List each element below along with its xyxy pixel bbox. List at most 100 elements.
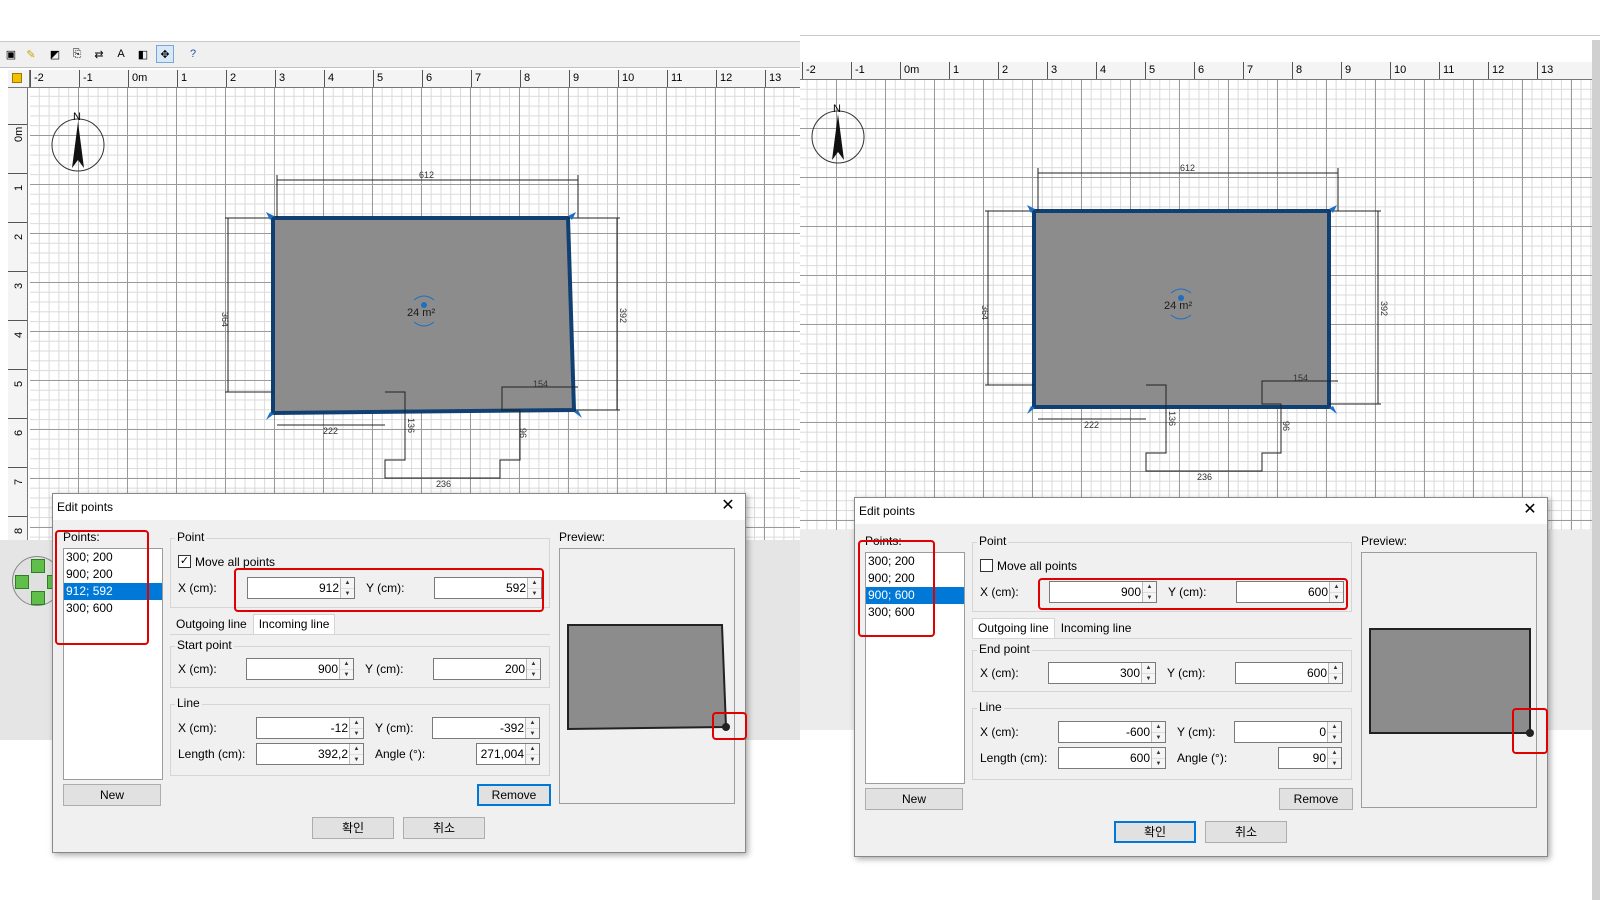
line-group-label: Line xyxy=(175,696,202,710)
x-spinner[interactable]: 912 ▲ ▼ xyxy=(247,577,355,599)
tab-outgoing-line[interactable]: Outgoing line xyxy=(972,618,1055,638)
compass-tool-icon[interactable]: ◧ xyxy=(134,45,152,63)
point-list-item[interactable]: 900; 200 xyxy=(64,566,162,583)
x-spinner[interactable]: 900 ▲ ▼ xyxy=(1049,581,1157,603)
spin-down-icon[interactable]: ▼ xyxy=(350,728,363,738)
end-x-value: 300 xyxy=(1119,666,1140,680)
plan-grid[interactable] xyxy=(30,88,800,540)
remove-button[interactable]: Remove xyxy=(477,784,551,806)
remove-button[interactable]: Remove xyxy=(1279,788,1353,810)
vertical-scrollbar[interactable] xyxy=(1592,40,1600,900)
spin-up-icon[interactable]: ▲ xyxy=(1330,582,1343,592)
room-tool-icon[interactable]: ◩ xyxy=(46,45,64,63)
spin-down-icon[interactable]: ▼ xyxy=(1152,758,1165,768)
cancel-button[interactable]: 취소 xyxy=(1205,821,1287,843)
spin-up-icon[interactable]: ▲ xyxy=(1152,722,1165,732)
nav-up-icon[interactable] xyxy=(31,559,45,573)
start-y-spinner[interactable]: 200 ▲ ▼ xyxy=(433,658,541,680)
dialog-title: Edit points xyxy=(855,498,1547,524)
wall-tool-icon[interactable]: ✎ xyxy=(22,45,40,63)
line-x-spinner[interactable]: -12 ▲ ▼ xyxy=(256,717,364,739)
point-list-item[interactable]: 300; 600 xyxy=(64,600,162,617)
spin-down-icon[interactable]: ▼ xyxy=(1142,673,1155,683)
spin-down-icon[interactable]: ▼ xyxy=(526,728,539,738)
spin-down-icon[interactable]: ▼ xyxy=(341,588,354,598)
spin-up-icon[interactable]: ▲ xyxy=(527,659,540,669)
y-spinner[interactable]: 600 ▲ ▼ xyxy=(1236,581,1344,603)
point-list-item[interactable]: 300; 200 xyxy=(64,549,162,566)
line-y-spinner[interactable]: -392 ▲ ▼ xyxy=(432,717,540,739)
point-list-item[interactable]: 900; 600 xyxy=(866,587,964,604)
end-x-spinner[interactable]: 300 ▲ ▼ xyxy=(1048,662,1156,684)
points-list[interactable]: 300; 200 900; 200 912; 592 300; 600 xyxy=(63,548,163,780)
spin-up-icon[interactable]: ▲ xyxy=(1329,663,1342,673)
point-list-item[interactable]: 300; 200 xyxy=(866,553,964,570)
spin-down-icon[interactable]: ▼ xyxy=(527,669,540,679)
y-spinner[interactable]: 592 ▲ ▼ xyxy=(434,577,542,599)
plan-grid[interactable] xyxy=(800,80,1600,530)
point-list-item[interactable]: 300; 600 xyxy=(866,604,964,621)
polyline-tool-icon[interactable]: ⎘ xyxy=(68,45,86,63)
help-icon[interactable]: ? xyxy=(184,45,202,63)
nav-down-icon[interactable] xyxy=(31,591,45,605)
close-icon[interactable]: ✕ xyxy=(719,497,737,515)
move-all-checkbox[interactable] xyxy=(980,559,993,572)
spin-up-icon[interactable]: ▲ xyxy=(340,659,353,669)
line-x-spinner[interactable]: -600 ▲ ▼ xyxy=(1058,721,1166,743)
edit-points-tool-icon[interactable]: ✥ xyxy=(156,45,174,63)
spin-down-icon[interactable]: ▼ xyxy=(1330,592,1343,602)
dimension-tool-icon[interactable]: ⇄ xyxy=(90,45,108,63)
ruler-tick-label: 6 xyxy=(422,70,432,87)
preview-pane xyxy=(1361,552,1537,808)
start-x-spinner[interactable]: 900 ▲ ▼ xyxy=(246,658,354,680)
ruler-corner xyxy=(8,70,30,88)
close-icon[interactable]: ✕ xyxy=(1521,501,1539,519)
tab-incoming-line[interactable]: Incoming line xyxy=(1055,618,1138,638)
angle-spinner[interactable]: 90 ▲ ▼ xyxy=(1278,747,1342,769)
move-all-checkbox[interactable]: ✓ xyxy=(178,555,191,568)
line-y-value: 0 xyxy=(1319,725,1326,739)
ruler-tick-label: 0m xyxy=(13,126,25,142)
spin-down-icon[interactable]: ▼ xyxy=(340,669,353,679)
angle-spinner[interactable]: 271,004 ▲ ▼ xyxy=(476,743,540,765)
cancel-button[interactable]: 취소 xyxy=(403,817,485,839)
spin-up-icon[interactable]: ▲ xyxy=(1142,663,1155,673)
spin-up-icon[interactable]: ▲ xyxy=(341,578,354,588)
points-list[interactable]: 300; 200 900; 200 900; 600 300; 600 xyxy=(865,552,965,784)
y-label: Y (cm): xyxy=(1168,585,1207,599)
tab-incoming-line[interactable]: Incoming line xyxy=(252,614,336,634)
spin-down-icon[interactable]: ▼ xyxy=(350,754,363,764)
line-y-spinner[interactable]: 0 ▲ ▼ xyxy=(1234,721,1342,743)
end-y-spinner[interactable]: 600 ▲ ▼ xyxy=(1235,662,1343,684)
spin-up-icon[interactable]: ▲ xyxy=(350,718,363,728)
spin-down-icon[interactable]: ▼ xyxy=(528,588,541,598)
spin-up-icon[interactable]: ▲ xyxy=(528,578,541,588)
point-list-item[interactable]: 912; 592 xyxy=(64,583,162,600)
tab-outgoing-line[interactable]: Outgoing line xyxy=(170,614,253,634)
spin-down-icon[interactable]: ▼ xyxy=(1328,732,1341,742)
ok-button[interactable]: 확인 xyxy=(1114,821,1196,843)
ruler-tick-label: 12 xyxy=(716,70,732,87)
spin-down-icon[interactable]: ▼ xyxy=(1328,758,1341,768)
spin-down-icon[interactable]: ▼ xyxy=(526,754,539,764)
spin-up-icon[interactable]: ▲ xyxy=(1152,748,1165,758)
label-tool-icon[interactable]: A xyxy=(112,45,130,63)
spin-up-icon[interactable]: ▲ xyxy=(526,744,539,754)
spin-up-icon[interactable]: ▲ xyxy=(1328,748,1341,758)
new-button[interactable]: New xyxy=(63,784,161,806)
select-mode-icon[interactable]: ▣ xyxy=(2,45,20,63)
ruler-tick-label: 5 xyxy=(13,380,25,387)
spin-up-icon[interactable]: ▲ xyxy=(526,718,539,728)
nav-left-icon[interactable] xyxy=(15,575,29,589)
spin-down-icon[interactable]: ▼ xyxy=(1143,592,1156,602)
spin-down-icon[interactable]: ▼ xyxy=(1329,673,1342,683)
spin-up-icon[interactable]: ▲ xyxy=(350,744,363,754)
ok-button[interactable]: 확인 xyxy=(312,817,394,839)
new-button[interactable]: New xyxy=(865,788,963,810)
spin-up-icon[interactable]: ▲ xyxy=(1328,722,1341,732)
length-spinner[interactable]: 392,2 ▲ ▼ xyxy=(256,743,364,765)
spin-up-icon[interactable]: ▲ xyxy=(1143,582,1156,592)
spin-down-icon[interactable]: ▼ xyxy=(1152,732,1165,742)
length-spinner[interactable]: 600 ▲ ▼ xyxy=(1058,747,1166,769)
point-list-item[interactable]: 900; 200 xyxy=(866,570,964,587)
